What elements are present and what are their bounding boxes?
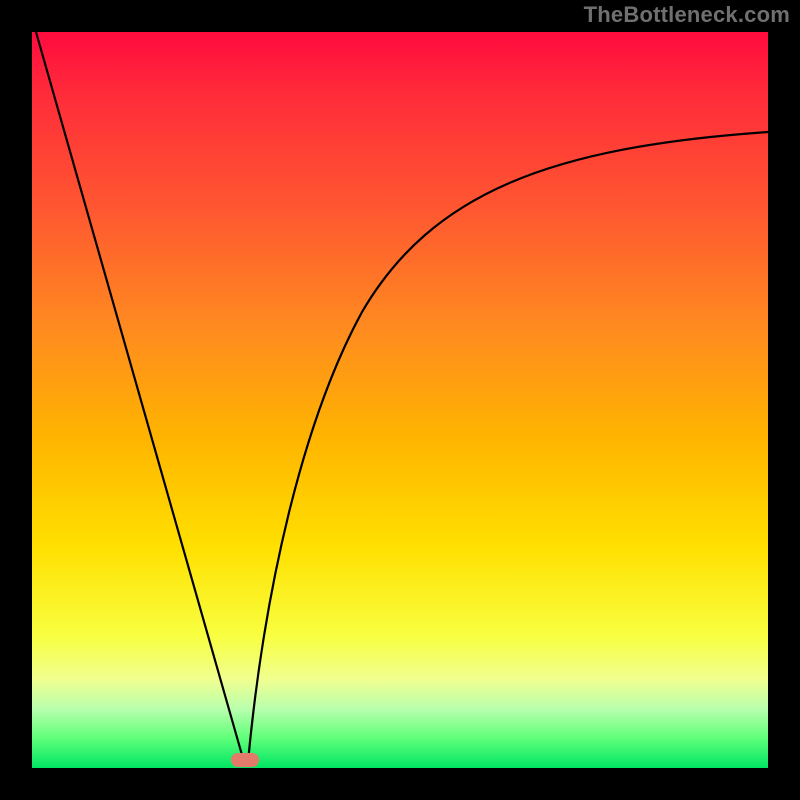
bottleneck-curve — [32, 32, 768, 768]
curve-right-branch — [248, 132, 768, 762]
watermark-text: TheBottleneck.com — [584, 2, 790, 28]
curve-left-branch — [36, 32, 244, 762]
plot-area — [32, 32, 768, 768]
chart-frame: TheBottleneck.com — [0, 0, 800, 800]
valley-marker — [231, 753, 259, 767]
